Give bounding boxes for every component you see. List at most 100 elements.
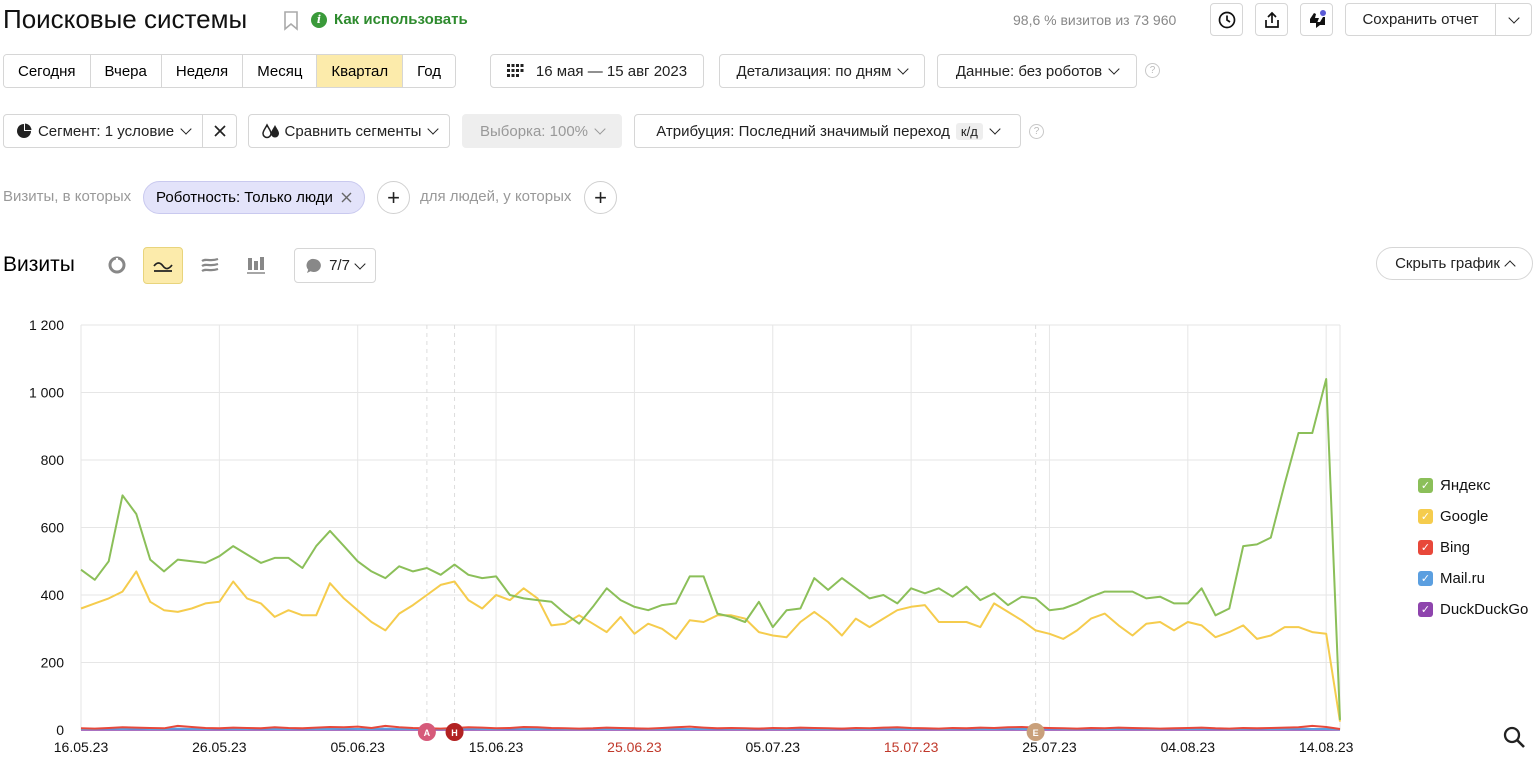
period-0[interactable]: Сегодня [4,55,91,87]
how-to-use-label: Как использовать [334,11,468,28]
close-icon[interactable] [341,192,352,203]
legend-item[interactable]: ✓ Mail.ru [1418,563,1528,594]
chevron-down-icon [1108,63,1120,75]
x-tick-label: 05.07.23 [746,739,801,755]
help-icon[interactable]: ? [1145,63,1160,78]
y-tick-label: 1 200 [29,317,64,333]
chevron-down-icon [1507,11,1520,24]
attribution-label: Атрибуция: Последний значимый переход [656,122,950,140]
chevron-down-icon [594,123,606,135]
period-5[interactable]: Год [403,55,456,87]
period-1[interactable]: Вчера [90,55,162,87]
y-tick-label: 400 [41,587,65,603]
zoom-search-icon[interactable] [1502,725,1526,749]
attribution-dropdown[interactable]: Атрибуция: Последний значимый переход к/… [634,114,1021,148]
chart-title: Визиты [3,253,75,276]
filter-chip-robotness[interactable]: Роботность: Только люди [143,181,365,214]
how-to-use-link[interactable]: i Как использовать [311,11,468,28]
thumbs-icon [1309,9,1326,28]
series-line [80,724,1341,730]
chart-type-bar-button[interactable] [238,247,274,283]
line-chart-icon [153,261,173,272]
detail-dropdown[interactable]: Детализация: по дням [719,54,925,88]
save-report-label: Сохранить отчет [1362,11,1479,28]
hide-chart-label: Скрыть график [1395,255,1500,272]
help-icon[interactable]: ? [1029,124,1044,139]
sample-dropdown[interactable]: Выборка: 100% [462,114,622,148]
legend-label: Bing [1440,539,1471,556]
export-button[interactable] [1255,3,1288,36]
save-report-button[interactable]: Сохранить отчет [1345,3,1496,36]
date-range-button[interactable]: 16 мая — 15 авг 2023 [490,54,704,88]
drops-icon [261,123,279,139]
info-icon: i [311,11,327,28]
chevron-up-icon [1504,259,1516,272]
x-tick-label: 05.06.23 [330,739,385,755]
data-dropdown[interactable]: Данные: без роботов [937,54,1137,88]
x-tick-label: 14.08.23 [1299,739,1354,755]
visits-line-chart: 0 200 400 600 800 1 000 1 200 16.05.23 26.05.23 0… [29,317,1354,755]
x-tick-label: 26.05.23 [192,739,247,755]
legend-label: Яндекс [1440,477,1491,494]
legend-item[interactable]: ✓ Bing [1418,532,1528,563]
legend-item[interactable]: ✓ Google [1418,501,1528,532]
chevron-down-icon [180,123,192,135]
series-line [80,378,1341,720]
visits-stats: 98,6 % визитов из 73 960 [1013,12,1177,28]
x-tick-label: 25.06.23 [607,739,662,755]
checkbox-icon[interactable]: ✓ [1418,571,1433,586]
data-label: Данные: без роботов [955,62,1103,80]
legend-item[interactable]: ✓ DuckDuckGo [1418,594,1528,625]
checkbox-icon[interactable]: ✓ [1418,540,1433,555]
annotations-label: 7/7 [329,257,350,274]
compare-label: Сравнить сегменты [284,122,422,140]
compare-segments-dropdown[interactable]: Сравнить сегменты [248,114,450,148]
close-icon [213,125,226,137]
segment-label: Сегмент: 1 условие [37,122,175,140]
checkbox-icon[interactable]: ✓ [1418,509,1433,524]
chevron-down-icon [427,123,440,135]
annotations-dropdown[interactable]: 7/7 [294,248,376,283]
history-button[interactable] [1210,3,1243,36]
feedback-button[interactable] [1300,3,1333,36]
hide-chart-button[interactable]: Скрыть график [1376,247,1533,280]
y-tick-label: 200 [41,655,65,671]
add-people-filter-button[interactable]: + [584,181,617,214]
chevron-down-icon [354,257,366,270]
share-icon [1264,11,1279,28]
event-marker-label: Н [451,728,458,738]
chart-type-line-button[interactable] [143,247,183,284]
sample-label: Выборка: 100% [480,122,588,140]
calendar-icon [506,64,524,77]
checkbox-icon[interactable]: ✓ [1418,602,1433,617]
event-marker-label: Е [1033,728,1039,738]
y-tick-label: 800 [41,452,65,468]
y-tick-label: 1 000 [29,385,64,401]
save-options-button[interactable] [1495,3,1532,36]
comment-icon [306,258,321,273]
period-2[interactable]: Неделя [161,55,244,87]
bookmark-icon[interactable] [283,11,299,31]
chart-legend: ✓ Яндекс ✓ Google ✓ Bing ✓ Mail.ru ✓ DuckDuckGo [1418,470,1528,625]
period-selector: Сегодня Вчера Неделя Месяц Квартал Год [3,54,457,88]
visits-filter-prefix: Визиты, в которых [3,188,132,205]
period-3[interactable]: Месяц [243,55,318,87]
attribution-badge: к/д [955,122,983,140]
chart-type-area-button[interactable] [192,247,228,283]
segment-dropdown[interactable]: Сегмент: 1 условие [3,114,203,148]
people-filter-prefix: для людей, у которых [420,188,572,205]
x-tick-label: 15.06.23 [469,739,524,755]
y-tick-label: 0 [56,722,64,738]
x-tick-label: 25.07.23 [1022,739,1077,755]
period-4[interactable]: Квартал [317,55,404,87]
bar-chart-icon [247,257,265,274]
chevron-down-icon [989,123,1001,135]
legend-label: Mail.ru [1440,570,1486,587]
checkbox-icon[interactable]: ✓ [1418,478,1433,493]
x-tick-label: 04.08.23 [1161,739,1216,755]
legend-item[interactable]: ✓ Яндекс [1418,470,1528,501]
chart-type-pie-button[interactable] [99,247,135,283]
legend-label: Google [1440,508,1489,525]
add-visit-filter-button[interactable]: + [377,181,410,214]
clear-segment-button[interactable] [202,114,237,148]
